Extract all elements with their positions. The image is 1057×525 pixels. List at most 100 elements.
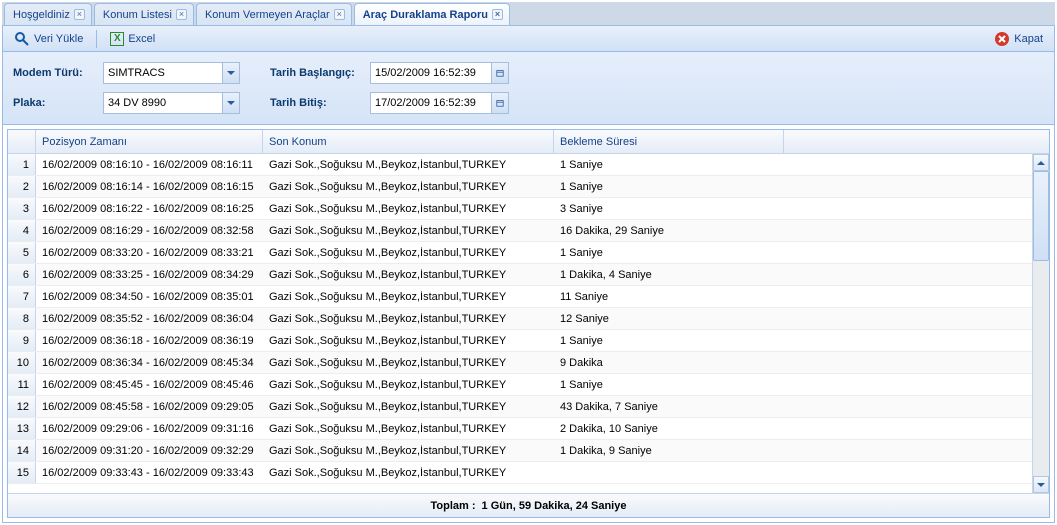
row-number: 9 [8, 330, 36, 351]
cell-location: Gazi Sok.,Soğuksu M.,Beykoz,İstanbul,TUR… [263, 379, 554, 391]
row-number: 12 [8, 396, 36, 417]
cell-wait: 2 Dakika, 10 Saniye [554, 423, 784, 435]
cell-wait: 1 Dakika, 4 Saniye [554, 269, 784, 281]
magnifier-icon [14, 31, 30, 47]
modem-type-label: Modem Türü: [13, 67, 103, 79]
toolbar-separator [96, 30, 97, 48]
cell-time: 16/02/2009 09:33:43 - 16/02/2009 09:33:4… [36, 467, 263, 479]
close-icon[interactable]: × [492, 9, 503, 20]
cell-time: 16/02/2009 08:16:29 - 16/02/2009 08:32:5… [36, 225, 263, 237]
column-header-wait[interactable]: Bekleme Süresi [554, 130, 784, 153]
cell-location: Gazi Sok.,Soğuksu M.,Beykoz,İstanbul,TUR… [263, 445, 554, 457]
button-label: Excel [128, 33, 155, 45]
table-row[interactable]: 316/02/2009 08:16:22 - 16/02/2009 08:16:… [8, 198, 1032, 220]
tab-label: Konum Vermeyen Araçlar [205, 9, 330, 21]
scroll-up-button[interactable] [1033, 154, 1049, 171]
cell-time: 16/02/2009 09:29:06 - 16/02/2009 09:31:1… [36, 423, 263, 435]
table-row[interactable]: 116/02/2009 08:16:10 - 16/02/2009 08:16:… [8, 154, 1032, 176]
cell-time: 16/02/2009 08:16:10 - 16/02/2009 08:16:1… [36, 159, 263, 171]
table-row[interactable]: 1216/02/2009 08:45:58 - 16/02/2009 09:29… [8, 396, 1032, 418]
modem-type-combo[interactable] [103, 62, 240, 84]
cell-time: 16/02/2009 09:31:20 - 16/02/2009 09:32:2… [36, 445, 263, 457]
chevron-down-icon[interactable] [222, 63, 239, 83]
table-row[interactable]: 1016/02/2009 08:36:34 - 16/02/2009 08:45… [8, 352, 1032, 374]
close-icon[interactable]: × [176, 9, 187, 20]
tab-bar: Hoşgeldiniz × Konum Listesi × Konum Verm… [2, 2, 1055, 26]
cell-wait: 1 Dakika, 9 Saniye [554, 445, 784, 457]
plaka-combo[interactable] [103, 92, 240, 114]
start-date-field[interactable] [370, 62, 509, 84]
table-row[interactable]: 416/02/2009 08:16:29 - 16/02/2009 08:32:… [8, 220, 1032, 242]
cell-location: Gazi Sok.,Soğuksu M.,Beykoz,İstanbul,TUR… [263, 269, 554, 281]
cell-time: 16/02/2009 08:45:45 - 16/02/2009 08:45:4… [36, 379, 263, 391]
tab-vehicle-stop-report[interactable]: Araç Duraklama Raporu × [354, 3, 510, 25]
footer-total-value: 1 Gün, 59 Dakika, 24 Saniye [482, 500, 627, 512]
grid-header: Pozisyon Zamanı Son Konum Bekleme Süresi [8, 130, 1049, 154]
tab-welcome[interactable]: Hoşgeldiniz × [4, 3, 92, 25]
table-row[interactable]: 516/02/2009 08:33:20 - 16/02/2009 08:33:… [8, 242, 1032, 264]
excel-button[interactable]: X Excel [103, 28, 162, 50]
scroll-thumb[interactable] [1033, 171, 1049, 261]
table-row[interactable]: 716/02/2009 08:34:50 - 16/02/2009 08:35:… [8, 286, 1032, 308]
cell-location: Gazi Sok.,Soğuksu M.,Beykoz,İstanbul,TUR… [263, 335, 554, 347]
cell-wait: 9 Dakika [554, 357, 784, 369]
scroll-down-button[interactable] [1033, 476, 1049, 493]
table-row[interactable]: 216/02/2009 08:16:14 - 16/02/2009 08:16:… [8, 176, 1032, 198]
cell-wait: 12 Saniye [554, 313, 784, 325]
cell-wait: 1 Saniye [554, 247, 784, 259]
vertical-scrollbar[interactable] [1032, 154, 1049, 493]
table-row[interactable]: 916/02/2009 08:36:18 - 16/02/2009 08:36:… [8, 330, 1032, 352]
cell-time: 16/02/2009 08:36:18 - 16/02/2009 08:36:1… [36, 335, 263, 347]
load-data-button[interactable]: Veri Yükle [7, 28, 90, 50]
tab-location-list[interactable]: Konum Listesi × [94, 3, 194, 25]
table-row[interactable]: 816/02/2009 08:35:52 - 16/02/2009 08:36:… [8, 308, 1032, 330]
cell-location: Gazi Sok.,Soğuksu M.,Beykoz,İstanbul,TUR… [263, 291, 554, 303]
cell-wait: 16 Dakika, 29 Saniye [554, 225, 784, 237]
report-grid: Pozisyon Zamanı Son Konum Bekleme Süresi… [7, 129, 1050, 518]
cell-wait: 11 Saniye [554, 291, 784, 303]
tab-label: Konum Listesi [103, 9, 172, 21]
tab-label: Araç Duraklama Raporu [363, 9, 488, 21]
cell-time: 16/02/2009 08:33:25 - 16/02/2009 08:34:2… [36, 269, 263, 281]
row-number-header[interactable] [8, 130, 36, 153]
calendar-icon[interactable] [491, 93, 508, 113]
modem-type-input[interactable] [104, 63, 222, 83]
cell-location: Gazi Sok.,Soğuksu M.,Beykoz,İstanbul,TUR… [263, 401, 554, 413]
button-label: Kapat [1014, 33, 1043, 45]
cell-wait: 1 Saniye [554, 181, 784, 193]
table-row[interactable]: 1116/02/2009 08:45:45 - 16/02/2009 08:45… [8, 374, 1032, 396]
column-header-time[interactable]: Pozisyon Zamanı [36, 130, 263, 153]
calendar-icon[interactable] [491, 63, 508, 83]
plaka-input[interactable] [104, 93, 222, 113]
close-icon[interactable]: × [334, 9, 345, 20]
cell-location: Gazi Sok.,Soğuksu M.,Beykoz,İstanbul,TUR… [263, 467, 554, 479]
row-number: 3 [8, 198, 36, 219]
table-row[interactable]: 1416/02/2009 09:31:20 - 16/02/2009 09:32… [8, 440, 1032, 462]
end-date-field[interactable] [370, 92, 509, 114]
table-row[interactable]: 616/02/2009 08:33:25 - 16/02/2009 08:34:… [8, 264, 1032, 286]
start-date-input[interactable] [371, 63, 491, 83]
tab-label: Hoşgeldiniz [13, 9, 70, 21]
close-icon[interactable]: × [74, 9, 85, 20]
close-button[interactable]: Kapat [987, 28, 1050, 50]
chevron-down-icon[interactable] [222, 93, 239, 113]
end-date-input[interactable] [371, 93, 491, 113]
cell-location: Gazi Sok.,Soğuksu M.,Beykoz,İstanbul,TUR… [263, 225, 554, 237]
row-number: 2 [8, 176, 36, 197]
row-number: 13 [8, 418, 36, 439]
tab-no-location-vehicles[interactable]: Konum Vermeyen Araçlar × [196, 3, 352, 25]
cell-wait: 1 Saniye [554, 335, 784, 347]
cell-location: Gazi Sok.,Soğuksu M.,Beykoz,İstanbul,TUR… [263, 313, 554, 325]
button-label: Veri Yükle [34, 33, 83, 45]
main-panel: Veri Yükle X Excel Kapat Modem Türü: [2, 26, 1055, 523]
row-number: 11 [8, 374, 36, 395]
column-header-location[interactable]: Son Konum [263, 130, 554, 153]
cell-time: 16/02/2009 08:34:50 - 16/02/2009 08:35:0… [36, 291, 263, 303]
start-date-label: Tarih Başlangıç: [270, 67, 370, 79]
cell-time: 16/02/2009 08:35:52 - 16/02/2009 08:36:0… [36, 313, 263, 325]
table-row[interactable]: 1516/02/2009 09:33:43 - 16/02/2009 09:33… [8, 462, 1032, 484]
cell-location: Gazi Sok.,Soğuksu M.,Beykoz,İstanbul,TUR… [263, 423, 554, 435]
table-row[interactable]: 1316/02/2009 09:29:06 - 16/02/2009 09:31… [8, 418, 1032, 440]
plaka-label: Plaka: [13, 97, 103, 109]
grid-body: 116/02/2009 08:16:10 - 16/02/2009 08:16:… [8, 154, 1032, 493]
